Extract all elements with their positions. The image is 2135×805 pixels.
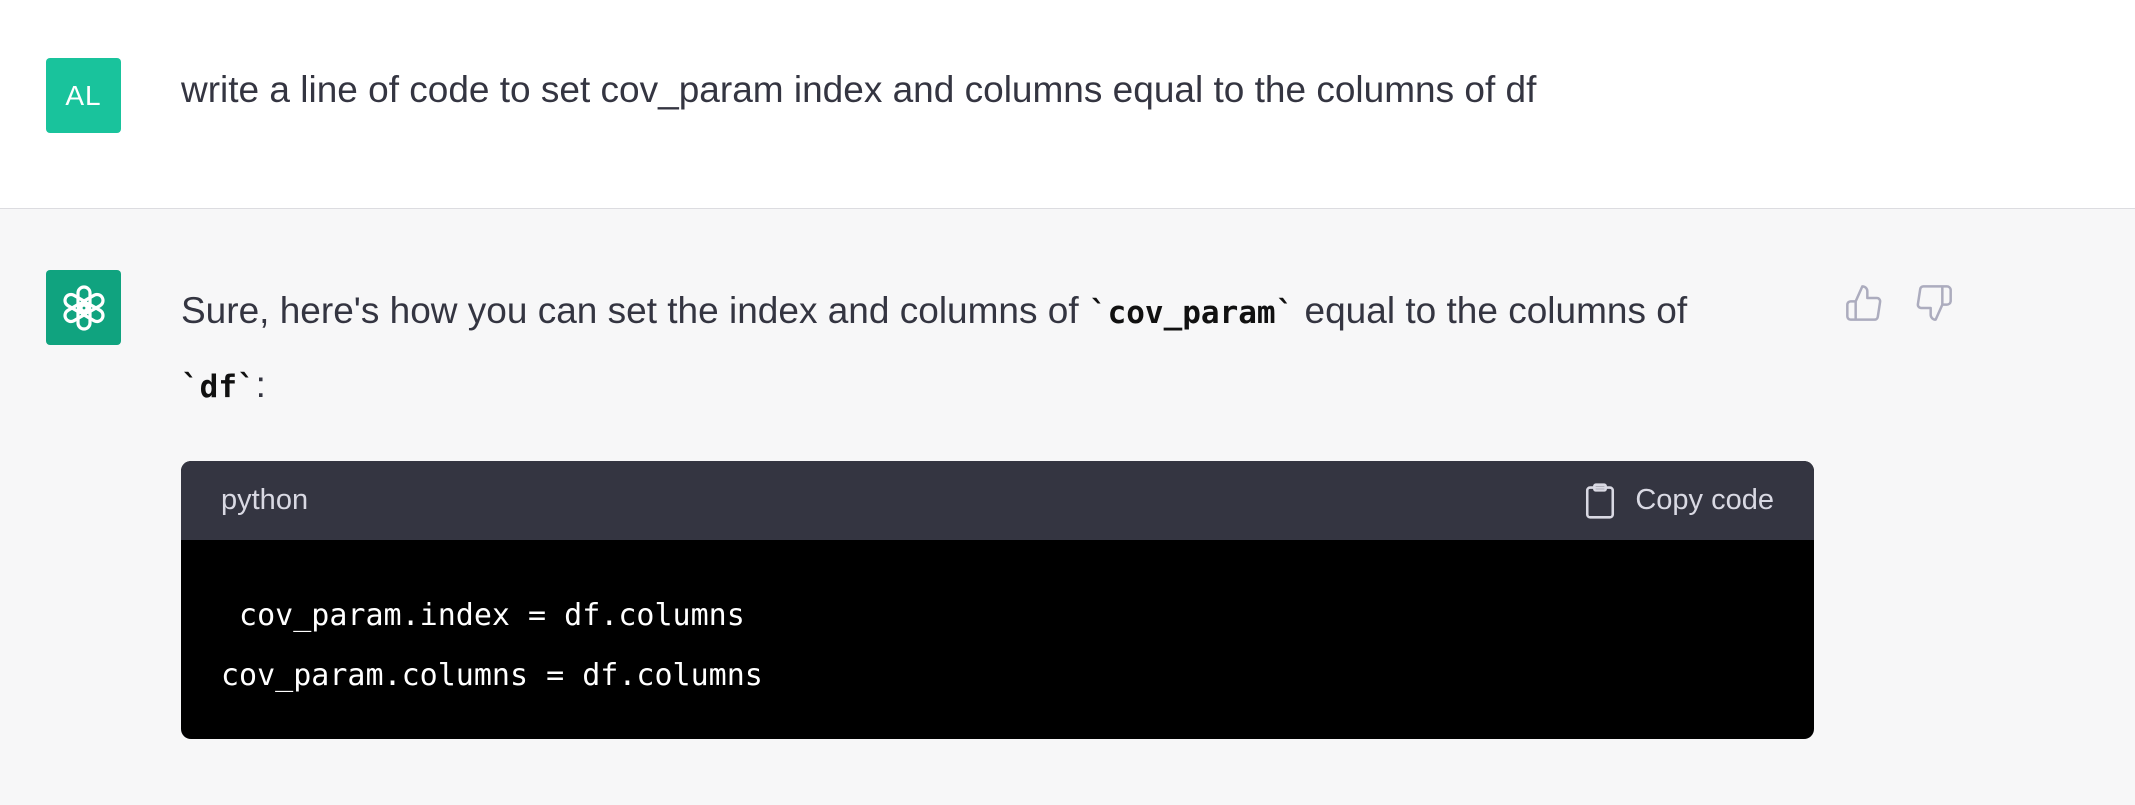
clipboard-icon — [1586, 482, 1615, 519]
code-language-label: python — [221, 484, 309, 516]
copy-code-label: Copy code — [1635, 484, 1774, 516]
chat-page: AL write a line of code to set cov_param… — [0, 0, 2135, 805]
reply-prefix: Sure, here's how you can set the index a… — [181, 290, 1089, 331]
assistant-message-row: Sure, here's how you can set the index a… — [0, 209, 2135, 805]
reply-middle: equal to the columns of — [1294, 290, 1688, 331]
assistant-avatar — [46, 270, 121, 345]
reply-inline-code-cov-param: `cov_param` — [1088, 295, 1295, 331]
code-body: cov_param.index = df.columns cov_param.co… — [181, 540, 1814, 706]
thumbs-up-button[interactable] — [1840, 279, 1888, 327]
user-avatar: AL — [46, 58, 121, 133]
code-line: cov_param.index = df.columns — [221, 598, 745, 633]
reply-inline-code-df: `df` — [181, 369, 256, 405]
thumbs-down-button[interactable] — [1910, 279, 1958, 327]
user-message-text: write a line of code to set cov_param in… — [181, 69, 1537, 110]
copy-code-button[interactable]: Copy code — [1583, 482, 1774, 520]
code-block: python Copy code cov_param.index = df.co… — [181, 461, 1814, 739]
thumbs-up-icon — [1846, 285, 1882, 321]
code-line: cov_param.columns = df.columns — [221, 658, 763, 693]
code-block-header: python Copy code — [181, 461, 1814, 540]
reply-suffix: : — [255, 364, 266, 405]
openai-logo-icon — [62, 284, 105, 331]
thumbs-down-icon — [1916, 285, 1952, 321]
assistant-reply-text: Sure, here's how you can set the index a… — [181, 275, 1821, 423]
user-message-row: AL write a line of code to set cov_param… — [0, 0, 2135, 209]
